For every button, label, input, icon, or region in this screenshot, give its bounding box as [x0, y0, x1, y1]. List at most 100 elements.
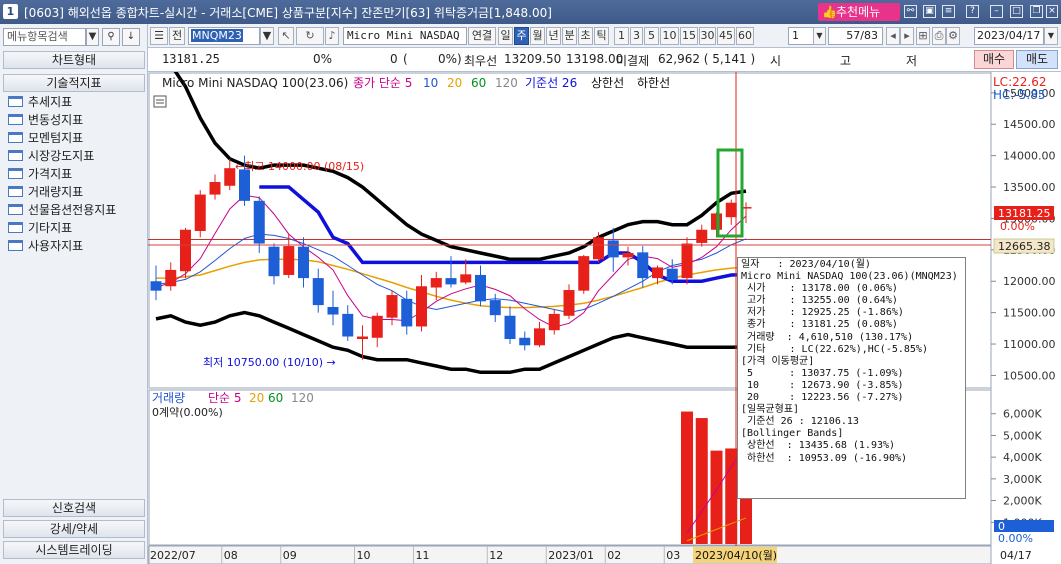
tree-item[interactable]: 사용자지표 — [8, 237, 146, 255]
config-icon[interactable]: ⚙ — [946, 27, 960, 45]
period-tab[interactable]: 초 — [578, 27, 593, 45]
menu-search-input[interactable]: 메뉴항목검색 — [3, 28, 86, 46]
date-dropdown-icon[interactable]: ▼ — [1044, 27, 1058, 45]
rotate-icon[interactable]: ↻ — [296, 27, 324, 45]
system-trading-header[interactable]: 시스템트레이딩 — [3, 541, 145, 559]
volume-legend-item[interactable]: 120 — [291, 391, 314, 405]
legend-item[interactable]: 종가 단순 5 — [353, 76, 412, 90]
tree-item[interactable]: 모멘텀지표 — [8, 129, 146, 147]
link-icon[interactable]: ⚯ — [904, 5, 917, 18]
data-count-field[interactable]: 57/83 — [828, 27, 883, 45]
settings-icon[interactable]: ≡ — [942, 5, 955, 18]
candle-body[interactable] — [696, 229, 708, 243]
candle-body[interactable] — [371, 315, 383, 338]
candle-body[interactable] — [563, 290, 575, 316]
search-dropdown-icon[interactable]: ▼ — [86, 28, 99, 46]
buy-button[interactable]: 매수 — [974, 50, 1014, 69]
legend-item[interactable]: 60 — [471, 76, 486, 90]
minimize-icon[interactable]: – — [990, 5, 1003, 18]
interval-button[interactable]: 3 — [630, 27, 643, 45]
interval-button[interactable]: 30 — [699, 27, 716, 45]
recommend-menu-button[interactable]: 👍 추천메뉴 — [818, 3, 900, 21]
candle-body[interactable] — [504, 315, 516, 340]
period-tab[interactable]: 틱 — [594, 27, 609, 45]
legend-item[interactable]: 상한선 — [591, 76, 624, 90]
legend-item[interactable]: 120 — [495, 76, 518, 90]
tree-item[interactable]: 거래량지표 — [8, 183, 146, 201]
search-icon[interactable]: ⚲ — [102, 28, 120, 46]
sell-button[interactable]: 매도 — [1016, 50, 1058, 69]
sound-icon[interactable]: ♪ — [325, 27, 339, 45]
candle-body[interactable] — [180, 229, 191, 272]
candle-body[interactable] — [607, 240, 619, 258]
candle-body[interactable] — [150, 281, 162, 291]
candle-body[interactable] — [666, 268, 678, 280]
pointer-icon[interactable]: ↖ — [278, 27, 294, 45]
candle-body[interactable] — [224, 168, 236, 186]
candle-body[interactable] — [386, 295, 398, 318]
candle-body[interactable] — [460, 274, 472, 283]
candle-body[interactable] — [194, 194, 206, 231]
legend-item[interactable]: 기준선 26 — [525, 76, 577, 90]
print-icon[interactable]: ⎙ — [932, 27, 946, 45]
tree-item[interactable]: 변동성지표 — [8, 111, 146, 129]
period-tab[interactable]: 주 — [514, 27, 529, 45]
all-label[interactable]: 전 — [169, 27, 185, 45]
arrow-down-icon[interactable]: ↓ — [122, 28, 140, 46]
grid-toggle-icon[interactable] — [153, 95, 167, 108]
interval-button[interactable]: 45 — [717, 27, 735, 45]
candle-body[interactable] — [209, 182, 221, 195]
candle-body[interactable] — [342, 313, 354, 337]
candle-body[interactable] — [637, 252, 649, 279]
date-field[interactable]: 2023/04/17 — [974, 27, 1044, 45]
chart-type-header[interactable]: 차트형태 — [3, 51, 145, 69]
tech-indicator-header[interactable]: 기술적지표 — [3, 74, 145, 92]
maximize-icon[interactable]: □ — [1010, 5, 1023, 18]
tree-item[interactable]: 가격지표 — [8, 165, 146, 183]
zoom-icon[interactable]: ⊞ — [916, 27, 930, 45]
volume-bar[interactable] — [725, 448, 738, 544]
strength-header[interactable]: 강세/약세 — [3, 520, 145, 538]
interval-button[interactable]: 1 — [614, 27, 629, 45]
period-tab[interactable]: 분 — [562, 27, 577, 45]
link-toggle[interactable]: 연결 — [468, 27, 496, 45]
symbol-code-input[interactable]: MNQM23 — [191, 29, 243, 42]
candle-body[interactable] — [548, 313, 560, 331]
candle-body[interactable] — [357, 336, 368, 340]
tree-item[interactable]: 추세지표 — [8, 93, 146, 111]
scroll-left-icon[interactable]: ◂ — [886, 27, 900, 45]
interval-button[interactable]: 10 — [660, 27, 679, 45]
candle-body[interactable] — [489, 300, 501, 316]
interval-button[interactable]: 5 — [644, 27, 659, 45]
candle-body[interactable] — [312, 278, 324, 306]
candle-body[interactable] — [401, 298, 413, 327]
unit-dropdown-icon[interactable]: ▼ — [813, 27, 826, 45]
volume-legend-item[interactable]: 60 — [268, 391, 283, 405]
candle-body[interactable] — [652, 267, 663, 279]
candle-body[interactable] — [725, 202, 737, 218]
save-icon[interactable]: ▣ — [923, 5, 936, 18]
tree-item[interactable]: 기타지표 — [8, 219, 146, 237]
candle-body[interactable] — [534, 328, 545, 346]
candle-body[interactable] — [268, 246, 280, 277]
candle-body[interactable] — [416, 286, 427, 327]
candle-body[interactable] — [578, 256, 590, 291]
candle-body[interactable] — [519, 337, 531, 346]
volume-bar[interactable] — [695, 418, 708, 544]
tree-item[interactable]: 선물옵션전용지표 — [8, 201, 146, 219]
candle-body[interactable] — [253, 200, 265, 244]
symbol-dropdown-icon[interactable]: ▼ — [260, 27, 274, 45]
candle-body[interactable] — [298, 246, 309, 279]
volume-bar[interactable] — [681, 411, 693, 544]
volume-legend-item[interactable]: 20 — [249, 391, 264, 405]
legend-item[interactable]: 20 — [447, 76, 462, 90]
legend-item[interactable]: 하한선 — [637, 76, 670, 90]
menu-icon[interactable]: ☰ — [150, 27, 168, 45]
interval-button[interactable]: 60 — [736, 27, 754, 45]
candle-body[interactable] — [239, 169, 250, 201]
close-icon[interactable]: × — [1046, 5, 1058, 18]
legend-item[interactable]: 10 — [423, 76, 438, 90]
interval-button[interactable]: 15 — [680, 27, 698, 45]
candle-body[interactable] — [475, 274, 486, 302]
tree-item[interactable]: 시장강도지표 — [8, 147, 146, 165]
